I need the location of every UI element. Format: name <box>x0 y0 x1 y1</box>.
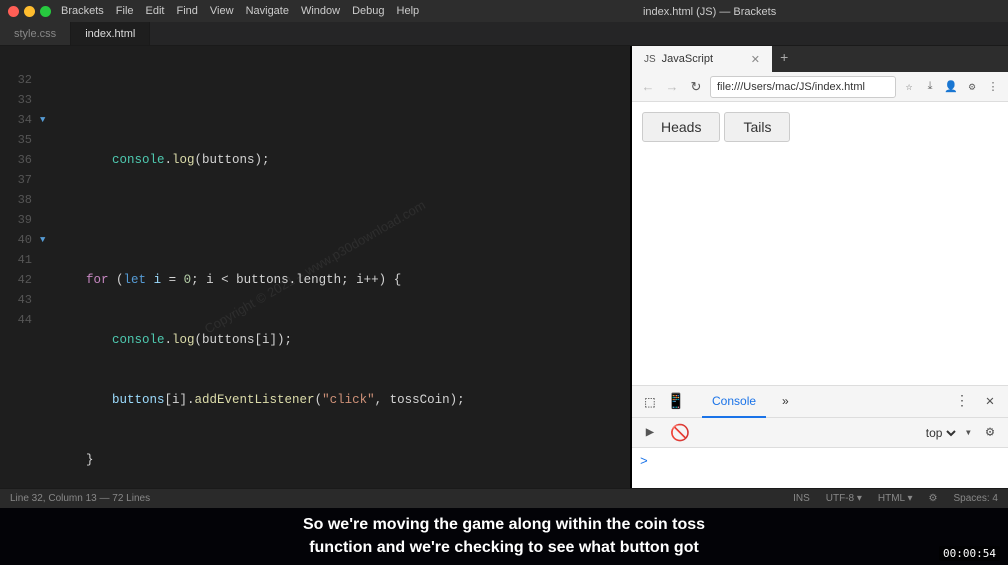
context-selector[interactable]: top <box>922 425 959 441</box>
maximize-button[interactable] <box>40 6 51 17</box>
window-title: index.html (JS) — Brackets <box>643 6 776 18</box>
cursor-position: Line 32, Column 13 — 72 Lines <box>10 493 150 504</box>
gutter-line <box>0 50 32 70</box>
menu-brackets[interactable]: Brackets <box>61 5 104 17</box>
block-icon[interactable]: 🚫 <box>668 421 692 445</box>
back-button[interactable]: ← <box>638 77 658 97</box>
tab-close-icon[interactable]: ✕ <box>751 53 760 66</box>
url-text: file:///Users/mac/JS/index.html <box>717 81 865 93</box>
gutter-line: 40 <box>0 230 32 250</box>
gutter-line: 36 <box>0 150 32 170</box>
extensions-icon[interactable]: ⚙ <box>963 78 981 96</box>
gutter-line: 39 <box>0 210 32 230</box>
coin-buttons-container: Heads Tails <box>642 112 998 142</box>
more-options-icon[interactable]: ⋮ <box>950 390 974 414</box>
console-toolbar: ▶ 🚫 top ▾ ⚙ <box>632 418 1008 448</box>
gutter-line <box>0 410 32 430</box>
browser-content: Heads Tails <box>632 102 1008 385</box>
gutter-line <box>0 450 32 470</box>
gutter-line: 38 <box>0 190 32 210</box>
gutter-line: 32 <box>0 70 32 90</box>
settings-icon[interactable]: ⚙ <box>978 421 1002 445</box>
gutter-line <box>0 390 32 410</box>
browser-nav-icons: ☆ ⤓ 👤 ⚙ ⋮ <box>900 78 1002 96</box>
menu-find[interactable]: Find <box>177 5 198 17</box>
download-icon[interactable]: ⤓ <box>921 78 939 96</box>
tab-style-css[interactable]: style.css <box>0 22 71 45</box>
menu-help[interactable]: Help <box>397 5 420 17</box>
title-bar: Brackets File Edit Find View Navigate Wi… <box>0 0 1008 22</box>
run-icon[interactable]: ▶ <box>638 421 662 445</box>
account-icon[interactable]: 👤 <box>942 78 960 96</box>
menu-view[interactable]: View <box>210 5 234 17</box>
inspect-icon[interactable]: ⬚ <box>638 390 662 414</box>
devtools-panel: ⬚ 📱 Console » ⋮ ✕ ▶ 🚫 top ▾ ⚙ <box>632 385 1008 488</box>
status-bar-right: INS UTF-8 ▾ HTML ▾ ⚙ Spaces: 4 <box>793 493 998 504</box>
reload-button[interactable]: ↻ <box>686 77 706 97</box>
devtools-toolbar: ⬚ 📱 Console » ⋮ ✕ <box>632 386 1008 418</box>
gutter-line: 43 <box>0 290 32 310</box>
new-tab-button[interactable]: + <box>772 46 796 72</box>
line-numbers: 32 33 34 35 36 37 38 39 40 41 42 43 44 <box>0 50 40 488</box>
encoding-selector[interactable]: UTF-8 ▾ <box>826 493 862 504</box>
gutter-line: 33 <box>0 90 32 110</box>
gutter-line <box>0 470 32 488</box>
minimize-button[interactable] <box>24 6 35 17</box>
timestamp: 00:00:54 <box>939 546 1000 561</box>
device-icon[interactable]: 📱 <box>664 390 688 414</box>
console-output[interactable]: > <box>632 448 1008 488</box>
gutter-line: 42 <box>0 270 32 290</box>
console-tab[interactable]: Console <box>702 386 766 418</box>
window-controls[interactable] <box>8 6 51 17</box>
main-content: 32 33 34 35 36 37 38 39 40 41 42 43 44 <box>0 46 1008 488</box>
subtitle-line-2: function and we're checking to see what … <box>0 537 1008 559</box>
fold-area: ▼ ▼ <box>40 50 56 488</box>
editor-tab-bar: style.css index.html <box>0 22 1008 46</box>
forward-button[interactable]: → <box>662 77 682 97</box>
heads-button[interactable]: Heads <box>642 112 720 142</box>
devtools-close-icon[interactable]: ✕ <box>978 390 1002 414</box>
menu-bar[interactable]: Brackets File Edit Find View Navigate Wi… <box>61 5 419 17</box>
gutter-line: 35 <box>0 130 32 150</box>
menu-debug[interactable]: Debug <box>352 5 384 17</box>
menu-file[interactable]: File <box>116 5 134 17</box>
bookmark-icon[interactable]: ☆ <box>900 78 918 96</box>
menu-navigate[interactable]: Navigate <box>246 5 289 17</box>
url-bar[interactable]: file:///Users/mac/JS/index.html <box>710 76 896 98</box>
gutter-line <box>0 370 32 390</box>
settings-icon[interactable]: ⚙ <box>929 493 938 504</box>
code-area: 32 33 34 35 36 37 38 39 40 41 42 43 44 <box>0 46 630 488</box>
more-tabs-icon[interactable]: » <box>772 386 799 418</box>
more-icon[interactable]: ⋮ <box>984 78 1002 96</box>
subtitle-line-1: So we're moving the game along within th… <box>0 514 1008 536</box>
menu-window[interactable]: Window <box>301 5 340 17</box>
gutter-line: 44 <box>0 310 32 330</box>
gutter-line <box>0 350 32 370</box>
browser-nav-bar: ← → ↻ file:///Users/mac/JS/index.html ☆ … <box>632 72 1008 102</box>
tab-index-html[interactable]: index.html <box>71 22 150 45</box>
code-editor[interactable]: 32 33 34 35 36 37 38 39 40 41 42 43 44 <box>0 46 630 488</box>
devtools-actions: ⋮ ✕ <box>950 390 1002 414</box>
browser-tab[interactable]: JS JavaScript ✕ <box>632 46 772 72</box>
tails-button[interactable]: Tails <box>724 112 790 142</box>
ins-indicator: INS <box>793 493 810 504</box>
gutter-line <box>0 330 32 350</box>
syntax-selector[interactable]: HTML ▾ <box>878 493 913 504</box>
browser-tab-bar: JS JavaScript ✕ + <box>632 46 1008 72</box>
close-button[interactable] <box>8 6 19 17</box>
console-prompt: > <box>640 454 648 469</box>
browser-tab-label: JavaScript <box>662 53 745 65</box>
browser-panel: JS JavaScript ✕ + ← → ↻ file:///Users/ma… <box>630 46 1008 488</box>
gutter-line: 41 <box>0 250 32 270</box>
gutter-line: 37 <box>0 170 32 190</box>
menu-edit[interactable]: Edit <box>146 5 165 17</box>
spaces-indicator: Spaces: 4 <box>954 493 998 504</box>
gutter-line <box>0 430 32 450</box>
status-bar: Line 32, Column 13 — 72 Lines INS UTF-8 … <box>0 488 1008 508</box>
gutter-line: 34 <box>0 110 32 130</box>
code-lines: console.log(buttons); for (let i = 0; i … <box>56 50 630 488</box>
subtitles-bar: So we're moving the game along within th… <box>0 508 1008 565</box>
